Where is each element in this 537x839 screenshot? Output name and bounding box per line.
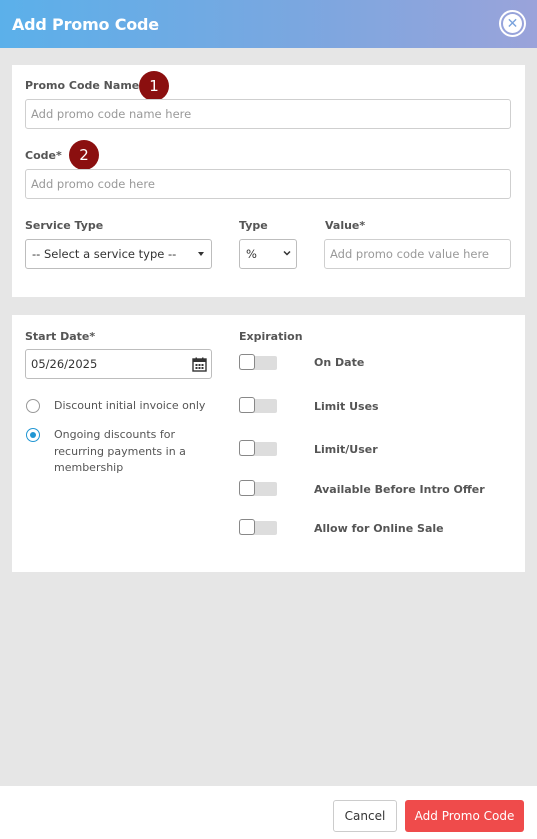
toggle-limit-user[interactable] — [239, 440, 277, 456]
cancel-button[interactable]: Cancel — [333, 800, 397, 832]
code-input[interactable] — [25, 169, 511, 199]
radio-ongoing-discounts-label: Ongoing discounts for recurring payments… — [54, 428, 186, 474]
toggle-limit-uses[interactable] — [239, 397, 277, 413]
close-icon: ✕ — [503, 14, 522, 33]
radio-ongoing-discounts[interactable] — [26, 428, 40, 442]
add-promo-code-button[interactable]: Add Promo Code — [405, 800, 524, 832]
value-label: Value* — [325, 219, 366, 232]
toggle-before-intro-offer-label: Available Before Intro Offer — [314, 483, 485, 496]
radio-initial-invoice-label: Discount initial invoice only — [54, 399, 206, 412]
type-value: % — [246, 247, 257, 261]
modal-title: Add Promo Code — [12, 14, 159, 34]
annotation-badge-1: 1 — [139, 71, 169, 101]
toggle-online-sale-label: Allow for Online Sale — [314, 522, 444, 535]
service-type-label: Service Type — [25, 219, 104, 232]
service-type-value: -- Select a service type -- — [32, 247, 177, 261]
expiration-label: Expiration — [239, 330, 303, 343]
close-button[interactable]: ✕ — [499, 10, 526, 37]
modal-header: Add Promo Code ✕ — [0, 0, 537, 48]
modal-footer: Cancel Add Promo Code — [0, 786, 537, 839]
toggle-before-intro-offer[interactable] — [239, 480, 277, 496]
toggle-on-date[interactable] — [239, 354, 277, 370]
value-input[interactable] — [324, 239, 511, 269]
type-label: Type — [239, 219, 268, 232]
promo-name-label: Promo Code Name* — [25, 79, 145, 92]
calendar-icon[interactable] — [192, 357, 207, 372]
toggle-limit-user-label: Limit/User — [314, 443, 378, 456]
service-type-select[interactable]: -- Select a service type -- — [25, 239, 212, 269]
schedule-card: Start Date* 05/26/2025 Discount initial … — [12, 315, 525, 572]
type-select[interactable]: % — [239, 239, 297, 269]
chevron-down-icon — [283, 250, 291, 256]
toggle-on-date-label: On Date — [314, 356, 365, 369]
start-date-input[interactable]: 05/26/2025 — [25, 349, 212, 379]
code-label: Code* — [25, 149, 62, 162]
caret-down-icon — [198, 252, 204, 256]
toggle-online-sale[interactable] — [239, 519, 277, 535]
start-date-label: Start Date* — [25, 330, 96, 343]
toggle-limit-uses-label: Limit Uses — [314, 400, 379, 413]
promo-details-card: Promo Code Name* 1 Code* 2 Service Type … — [12, 65, 525, 297]
annotation-badge-2: 2 — [69, 140, 99, 170]
radio-initial-invoice[interactable] — [26, 399, 40, 413]
promo-name-input[interactable] — [25, 99, 511, 129]
start-date-value: 05/26/2025 — [31, 357, 98, 371]
